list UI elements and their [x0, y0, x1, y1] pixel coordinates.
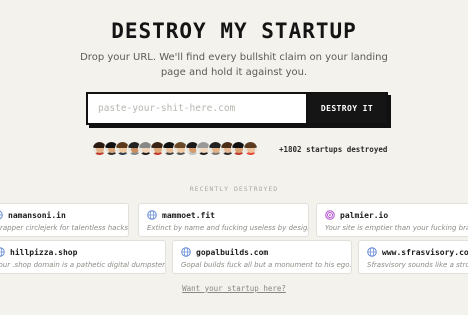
globe-icon	[367, 247, 377, 257]
result-card[interactable]: namansoni.in A rapper circlejerk for tal…	[0, 203, 129, 237]
url-form: DESTROY IT	[86, 92, 388, 125]
result-card[interactable]: mammoet.fit Extinct by name and fucking …	[138, 203, 309, 237]
page-title: DESTROY MY STARTUP	[111, 19, 357, 43]
globe-icon	[0, 210, 3, 220]
card-roast: Extinct by name and fucking useless by d…	[147, 224, 309, 232]
want-your-startup-link[interactable]: Want your startup here?	[0, 284, 468, 293]
card-domain: www.sfrasvisory.com	[382, 247, 468, 257]
card-domain: namansoni.in	[8, 210, 66, 220]
result-card[interactable]: palmier.io Your site is emptier than you…	[316, 203, 468, 237]
card-roast: A rapper circlejerk for talentless hacks…	[0, 224, 129, 232]
spiral-icon	[325, 210, 335, 220]
card-domain: palmier.io	[340, 210, 389, 220]
card-domain: mammoet.fit	[162, 210, 215, 220]
avatar	[242, 141, 258, 156]
card-roast: Sfrasvisory sounds like a stroke.	[367, 261, 468, 269]
page-subtitle: Drop your URL. We'll find every bullshit…	[80, 52, 388, 78]
globe-icon	[147, 210, 157, 220]
globe-icon	[181, 247, 191, 257]
avatar-stack	[92, 141, 258, 156]
globe-icon	[0, 247, 5, 257]
card-roast: Gopal builds fuck all but a monument to …	[181, 261, 352, 269]
url-input[interactable]	[86, 92, 306, 125]
destroy-button[interactable]: DESTROY IT	[306, 92, 388, 125]
result-card[interactable]: hillpizza.shop Your .shop domain is a pa…	[0, 240, 166, 274]
destroyed-count: +1802 startups destroyed	[279, 145, 388, 154]
result-card[interactable]: gopalbuilds.com Gopal builds fuck all bu…	[172, 240, 352, 274]
card-roast: Your site is emptier than your fucking b…	[325, 224, 468, 232]
card-roast: Your .shop domain is a pathetic digital …	[0, 261, 166, 269]
result-card[interactable]: www.sfrasvisory.com Sfrasvisory sounds l…	[358, 240, 468, 274]
card-domain: gopalbuilds.com	[196, 247, 269, 257]
card-domain: hillpizza.shop	[10, 247, 78, 257]
recently-destroyed-heading: RECENTLY DESTROYED	[189, 185, 279, 193]
